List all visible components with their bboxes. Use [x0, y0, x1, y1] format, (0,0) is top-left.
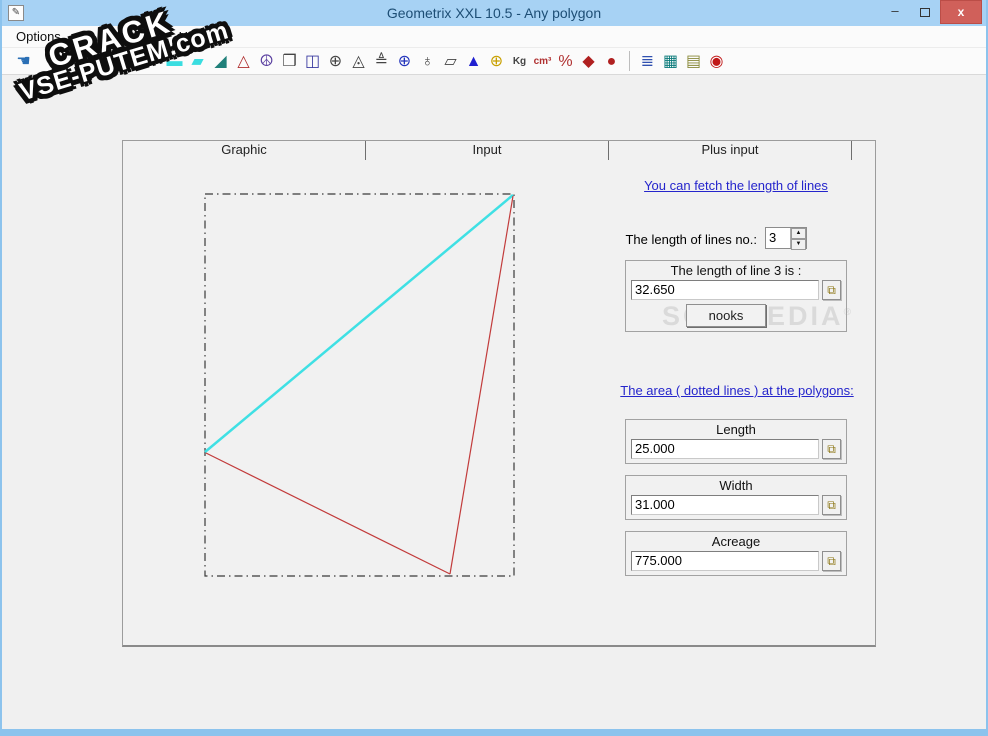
cubic-cm-icon[interactable]: cm³	[531, 51, 554, 72]
sphere-icon[interactable]: ⊕	[324, 51, 347, 72]
copy-icon: ⧉	[827, 442, 836, 456]
maximize-button[interactable]	[910, 0, 940, 24]
length-group: Length 25.000 ⧉	[625, 419, 847, 464]
length-field[interactable]: 25.000	[631, 439, 819, 459]
cone-icon[interactable]: ≜	[370, 51, 393, 72]
dashed-area-rect	[204, 193, 515, 577]
pyramid-icon[interactable]: ◬	[347, 51, 370, 72]
toolbar: ☚ ▬ ▰ ◢ △ ☮ ❒ ◫ ⊕ ◬ ≜ ⊕ ♁ ▱ ▲ ⊕ Kg cm³% ◆ ● ≣ ▦ ▤ ◉	[2, 48, 986, 75]
width-group: Width 31.000 ⧉	[625, 475, 847, 520]
polygon-line-2	[205, 452, 451, 575]
frustum-icon[interactable]: ▱	[439, 51, 462, 72]
area-link[interactable]: The area ( dotted lines ) at the polygon…	[617, 383, 857, 399]
mirror-points-icon[interactable]: ◆	[577, 51, 600, 72]
line-number-label: The length of lines no.:	[625, 232, 757, 247]
title-bar: ✎ Geometrix XXL 10.5 - Any polygon – x	[2, 0, 986, 26]
width-group-label: Width	[719, 478, 753, 493]
acreage-row: 775.000 ⧉	[631, 551, 841, 571]
copy-icon: ⧉	[827, 283, 836, 297]
menu-help[interactable]: Help	[169, 27, 216, 46]
acreage-group: Acreage 775.000 ⧉	[625, 531, 847, 576]
cone-crosshair-icon[interactable]: ♁	[416, 51, 439, 72]
maximize-icon	[920, 7, 930, 17]
stop-icon[interactable]: ◉	[705, 51, 728, 72]
close-button[interactable]: x	[940, 0, 982, 24]
copy-icon: ⧉	[827, 554, 836, 568]
line-length-row: 32.650 ⧉	[631, 280, 841, 300]
polygon-line-3	[449, 195, 514, 575]
triangle-icon[interactable]: △	[232, 51, 255, 72]
line-length-group: The length of line 3 is : 32.650 ⧉ nooks	[625, 260, 847, 332]
ellipse-cross-icon[interactable]: ⊕	[485, 51, 508, 72]
copy-width-button[interactable]: ⧉	[822, 495, 841, 515]
rectangle-icon[interactable]: ▬	[163, 51, 186, 72]
value-list-icon[interactable]: ≣	[636, 51, 659, 72]
menu-options[interactable]: Options	[6, 27, 71, 46]
length-group-label: Length	[716, 422, 756, 437]
copy-acreage-button[interactable]: ⧉	[822, 551, 841, 571]
app-window: ✎ Geometrix XXL 10.5 - Any polygon – x O…	[0, 0, 988, 736]
right-triangle-icon[interactable]: ◢	[209, 51, 232, 72]
window-controls: – x	[880, 0, 982, 24]
spinner-down-button[interactable]: ▼	[791, 239, 806, 250]
copy-icon: ⧉	[827, 498, 836, 512]
menu-settings[interactable]: Settings	[102, 27, 169, 46]
cylinder-icon[interactable]: ◫	[301, 51, 324, 72]
nooks-button[interactable]: nooks	[686, 304, 766, 327]
menu-bar: Options M Settings Help	[2, 26, 986, 48]
width-field[interactable]: 31.000	[631, 495, 819, 515]
menu-m[interactable]: M	[71, 27, 102, 46]
exit-hand-icon[interactable]: ☚	[12, 51, 35, 72]
spinner-buttons: ▲ ▼	[791, 228, 806, 250]
line-number-value[interactable]: 3	[766, 228, 791, 248]
width-row: 31.000 ⧉	[631, 495, 841, 515]
copy-length-button[interactable]: ⧉	[822, 439, 841, 459]
cube-icon[interactable]: ❒	[278, 51, 301, 72]
calculator-icon[interactable]: ▦	[659, 51, 682, 72]
trapezoid-icon[interactable]: ▲	[462, 51, 485, 72]
main-panel: Graphic Input Plus input SOFTPEDIA® You …	[122, 140, 876, 647]
acreage-group-label: Acreage	[711, 534, 761, 549]
sphere-radius-icon[interactable]: ☮	[255, 51, 278, 72]
acreage-field[interactable]: 775.000	[631, 551, 819, 571]
printer-icon[interactable]: ▤	[682, 51, 705, 72]
percent-convert-icon[interactable]: %	[554, 51, 577, 72]
fetch-length-link[interactable]: You can fetch the length of lines	[621, 178, 851, 194]
polygon-line-1	[204, 194, 514, 453]
line-length-group-label: The length of line 3 is :	[670, 263, 802, 278]
line-number-spinner[interactable]: 3 ▲ ▼	[765, 227, 807, 250]
toolbar-separator	[629, 51, 630, 71]
window-title: Geometrix XXL 10.5 - Any polygon	[386, 5, 602, 21]
minimize-button[interactable]: –	[880, 0, 910, 24]
copy-line-length-button[interactable]: ⧉	[822, 280, 841, 300]
oval-arrows-icon[interactable]: ●	[600, 51, 623, 72]
length-row: 25.000 ⧉	[631, 439, 841, 459]
parallelogram-icon[interactable]: ▰	[186, 51, 209, 72]
weight-kg-icon[interactable]: Kg	[508, 51, 531, 72]
sphere-crosshair-icon[interactable]: ⊕	[393, 51, 416, 72]
spinner-up-button[interactable]: ▲	[791, 228, 806, 239]
line-length-field[interactable]: 32.650	[631, 280, 819, 300]
